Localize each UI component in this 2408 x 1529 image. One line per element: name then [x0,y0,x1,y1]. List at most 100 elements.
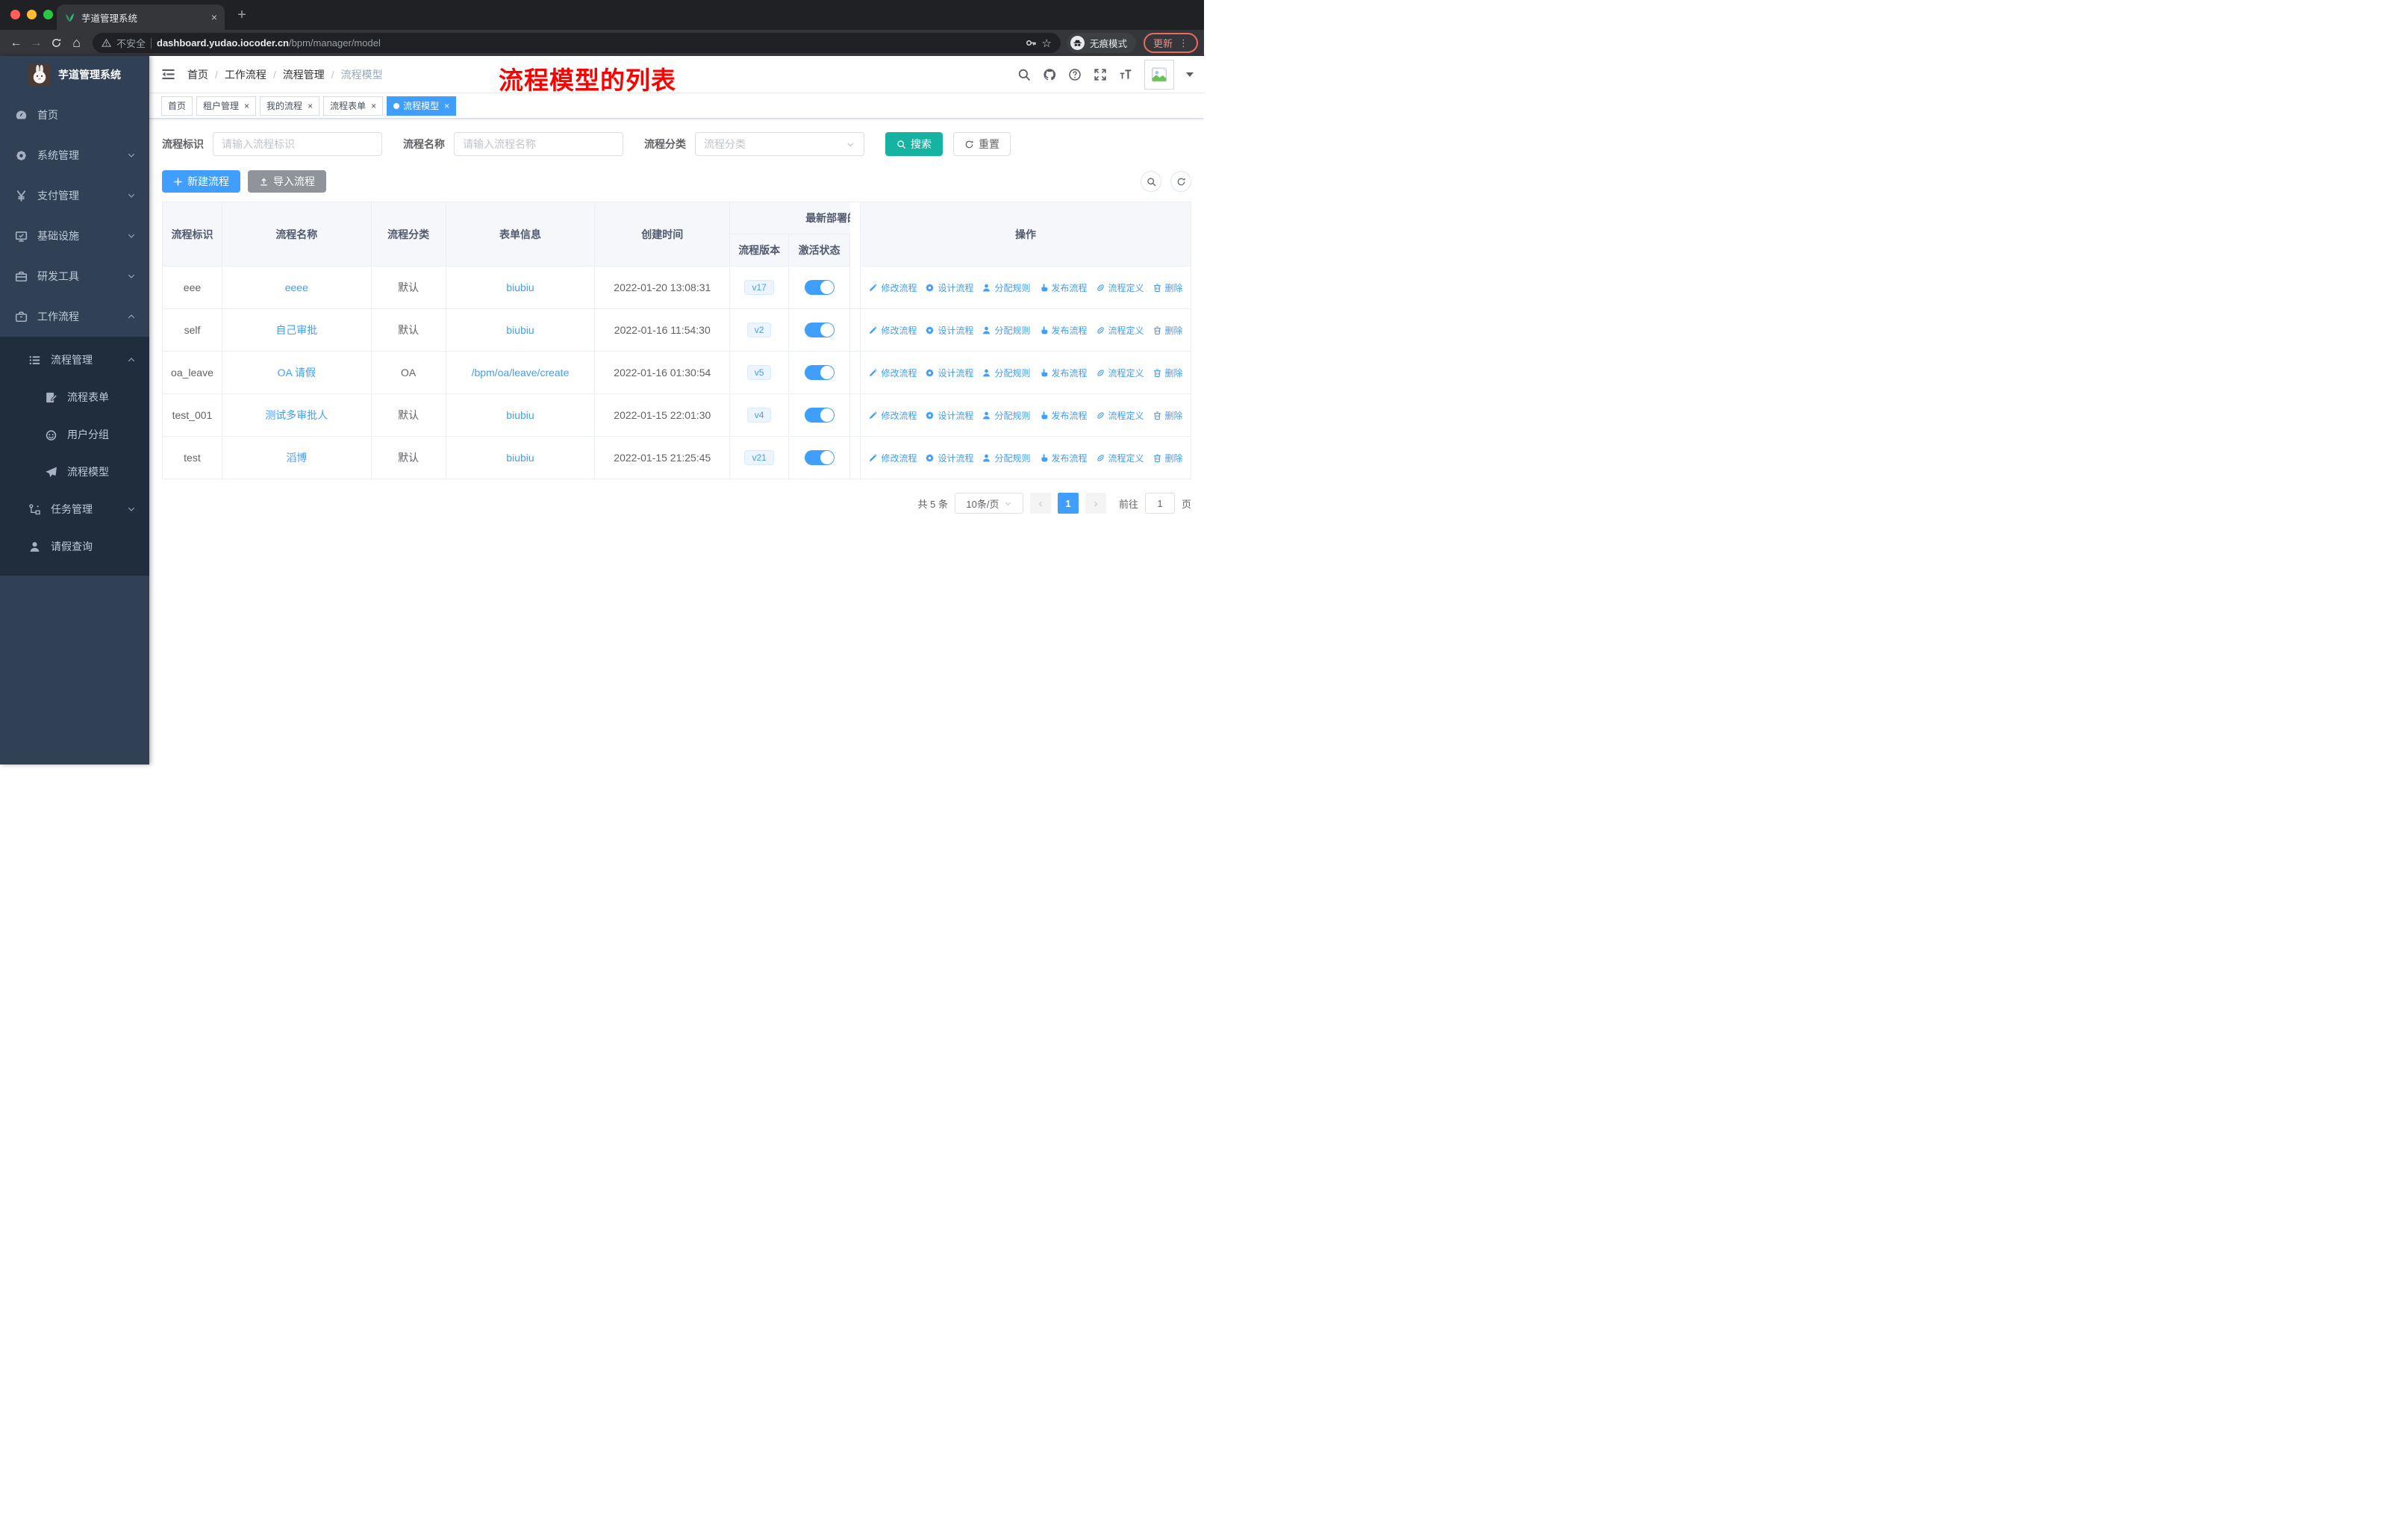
row-action-link[interactable]: 设计流程 [925,367,973,379]
forward-button[interactable]: → [26,33,46,53]
process-name-link[interactable]: 滔博 [286,450,307,465]
row-action-link[interactable]: 发布流程 [1039,281,1088,294]
row-action-link[interactable]: 删除 [1152,324,1183,337]
row-action-link[interactable]: 流程定义 [1096,324,1144,337]
sidebar-subitem[interactable]: 流程表单 [0,379,149,416]
row-action-link[interactable]: 设计流程 [925,281,973,294]
process-name-link[interactable]: 自己审批 [275,323,317,337]
avatar-caret-down-icon[interactable] [1186,72,1194,77]
process-name-input[interactable] [454,132,623,156]
row-action-link[interactable]: 删除 [1152,409,1183,422]
close-window-button[interactable] [10,10,20,19]
sidebar-item[interactable]: 支付管理 [0,175,149,216]
back-button[interactable]: ← [6,33,26,53]
status-toggle[interactable] [804,280,835,295]
form-info-link[interactable]: biubiu [506,452,534,464]
create-process-button[interactable]: 新建流程 [162,170,240,193]
row-action-link[interactable]: 流程定义 [1096,409,1144,422]
row-action-link[interactable]: 设计流程 [925,324,973,337]
process-name-link[interactable]: eeee [285,281,308,293]
help-icon[interactable] [1068,68,1082,81]
row-action-link[interactable]: 修改流程 [868,452,917,464]
window-controls[interactable] [10,10,53,19]
view-tag[interactable]: 租户管理 × [196,96,257,116]
fullscreen-icon[interactable] [1094,68,1107,81]
view-tag[interactable]: 首页 [161,96,193,116]
new-tab-button[interactable]: + [232,5,252,25]
sidebar-collapse-icon[interactable] [161,67,175,81]
form-info-link[interactable]: biubiu [506,281,534,293]
toggle-search-button[interactable] [1141,171,1161,192]
browser-menu-icon[interactable]: ⋮ [1179,37,1188,49]
tag-close-icon[interactable]: × [308,101,313,111]
form-info-link[interactable]: biubiu [506,324,534,336]
breadcrumb-item[interactable]: 首页 [187,67,208,82]
version-badge[interactable]: v17 [744,280,774,295]
version-badge[interactable]: v5 [746,365,772,380]
row-action-link[interactable]: 修改流程 [868,367,917,379]
version-badge[interactable]: v2 [746,323,772,337]
reload-button[interactable] [46,33,66,53]
maximize-window-button[interactable] [43,10,53,19]
tab-close-icon[interactable]: × [211,11,217,23]
minimize-window-button[interactable] [27,10,37,19]
row-action-link[interactable]: 分配规则 [982,281,1031,294]
tag-close-icon[interactable]: × [444,101,449,111]
row-action-link[interactable]: 删除 [1152,452,1183,464]
version-badge[interactable]: v4 [746,408,772,423]
process-name-link[interactable]: OA 请假 [278,365,316,380]
github-icon[interactable] [1043,68,1056,81]
reset-button[interactable]: 重置 [953,132,1011,156]
address-bar[interactable]: 不安全 dashboard.yudao.iocoder.cn/bpm/manag… [93,33,1061,53]
tag-close-icon[interactable]: × [371,101,376,111]
sidebar-subitem[interactable]: 用户分组 [0,416,149,453]
row-action-link[interactable]: 发布流程 [1039,324,1088,337]
update-browser-button[interactable]: 更新 ⋮ [1143,33,1198,53]
font-size-icon[interactable] [1119,68,1132,81]
sidebar-subitem[interactable]: 任务管理 [0,491,149,528]
row-action-link[interactable]: 修改流程 [868,409,917,422]
page-number-active[interactable]: 1 [1057,493,1079,514]
sidebar-subitem[interactable]: 流程模型 [0,453,149,491]
view-tag[interactable]: 我的流程 × [260,96,320,116]
version-badge[interactable]: v21 [744,450,774,465]
browser-tab[interactable]: 芋道管理系统 × [57,4,225,30]
search-button[interactable]: 搜索 [885,132,943,156]
breadcrumb-item[interactable]: 工作流程 [225,67,266,82]
status-toggle[interactable] [804,323,835,337]
search-icon[interactable] [1017,68,1031,81]
sidebar-item[interactable]: 基础设施 [0,216,149,256]
category-select[interactable]: 流程分类 [695,132,864,156]
row-action-link[interactable]: 发布流程 [1039,409,1088,422]
password-key-icon[interactable] [1026,37,1037,49]
view-tag[interactable]: 流程表单 × [323,96,384,116]
status-toggle[interactable] [804,365,835,380]
row-action-link[interactable]: 分配规则 [982,452,1031,464]
import-process-button[interactable]: 导入流程 [248,170,326,193]
status-toggle[interactable] [804,450,835,465]
process-name-link[interactable]: 测试多审批人 [265,408,328,423]
status-toggle[interactable] [804,408,835,423]
row-action-link[interactable]: 修改流程 [868,324,917,337]
sidebar-item[interactable]: 系统管理 [0,135,149,175]
row-action-link[interactable]: 修改流程 [868,281,917,294]
row-action-link[interactable]: 设计流程 [925,452,973,464]
prev-page-button[interactable]: ‹ [1029,493,1051,514]
user-avatar[interactable] [1144,59,1174,90]
row-action-link[interactable]: 流程定义 [1096,367,1144,379]
sidebar-subitem[interactable]: 请假查询 [0,528,149,565]
refresh-table-button[interactable] [1170,171,1191,192]
page-size-select[interactable]: 10条/页 [954,493,1023,514]
row-action-link[interactable]: 发布流程 [1039,452,1088,464]
sidebar-item[interactable]: 工作流程 [0,296,149,337]
row-action-link[interactable]: 发布流程 [1039,367,1088,379]
row-action-link[interactable]: 分配规则 [982,324,1031,337]
breadcrumb-item[interactable]: 流程管理 [283,67,325,82]
breadcrumb-item[interactable]: 流程模型 [341,67,383,82]
row-action-link[interactable]: 设计流程 [925,409,973,422]
row-action-link[interactable]: 流程定义 [1096,281,1144,294]
row-action-link[interactable]: 删除 [1152,367,1183,379]
next-page-button[interactable]: › [1085,493,1106,514]
process-key-input[interactable] [213,132,382,156]
tag-close-icon[interactable]: × [244,101,249,111]
